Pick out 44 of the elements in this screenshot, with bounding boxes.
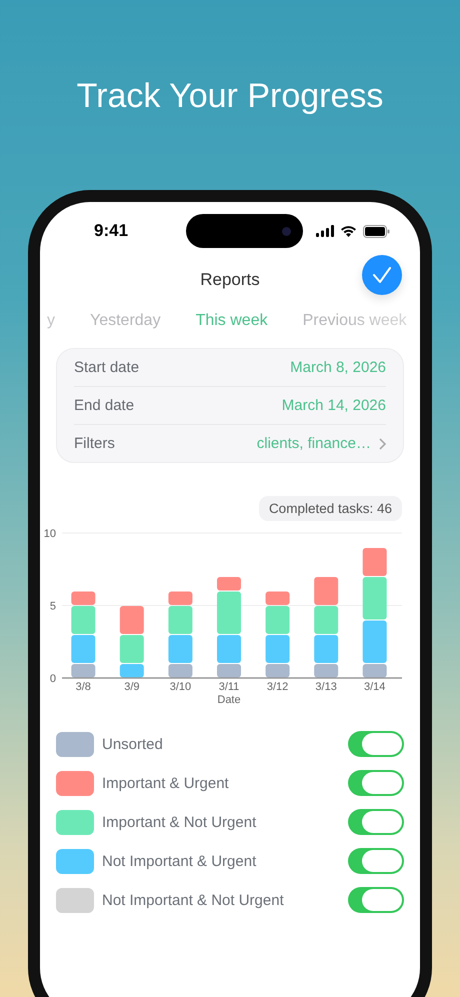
headline: Track Your Progress xyxy=(76,76,384,117)
axis-label: 3/10 xyxy=(170,681,192,693)
date-value[interactable]: March 14, 2026 xyxy=(282,397,386,414)
signal-icon xyxy=(316,225,334,237)
chart-bar xyxy=(314,606,338,634)
wifi-icon xyxy=(340,225,357,237)
toggle-switch[interactable] xyxy=(348,809,404,835)
completed-count: Completed tasks: 46 xyxy=(258,496,402,521)
chart-bar xyxy=(120,606,144,634)
axis-label: 3/12 xyxy=(266,681,288,693)
axis-label: 3/9 xyxy=(124,681,140,693)
period-tab[interactable]: Yesterday xyxy=(90,312,161,330)
filters-link[interactable]: clients, finance… xyxy=(256,435,386,452)
period-tab[interactable]: Previous week xyxy=(302,312,407,330)
toggle-switch[interactable] xyxy=(348,731,404,757)
date-value[interactable]: March 8, 2026 xyxy=(290,359,386,376)
axis-label: 3/14 xyxy=(364,681,386,693)
axis-title: Date xyxy=(217,694,241,705)
axis-label: 3/11 xyxy=(218,681,240,693)
row-label: End date xyxy=(74,397,134,414)
category-label: Not Important & Urgent xyxy=(102,852,256,870)
chart-bar xyxy=(314,577,338,605)
screen-title: Reports xyxy=(200,270,260,290)
confirm-button[interactable] xyxy=(362,255,402,295)
axis-label: 0 xyxy=(50,673,56,685)
axis-label: 3/13 xyxy=(315,681,337,693)
category-label: Not Important & Not Urgent xyxy=(102,892,284,908)
period-tab[interactable]: y xyxy=(47,312,55,330)
checkmark-icon xyxy=(372,266,392,284)
category-label: Unsorted xyxy=(102,736,163,752)
period-tab[interactable]: This week xyxy=(196,312,268,330)
axis-label: 10 xyxy=(44,528,56,540)
toggle-switch[interactable] xyxy=(348,770,404,796)
toggle-switch[interactable] xyxy=(348,848,404,874)
axis-label: 5 xyxy=(50,600,56,612)
battery-icon xyxy=(363,224,390,238)
row-label: Filters xyxy=(74,435,115,452)
status-time: 9:41 xyxy=(94,221,130,241)
category-label: Important & Not Urgent xyxy=(102,814,256,830)
category-label: Important & Urgent xyxy=(102,774,229,792)
toggle-switch[interactable] xyxy=(348,887,404,913)
row-label: Start date xyxy=(74,359,140,376)
axis-label: 3/8 xyxy=(76,681,91,693)
chevron-icon xyxy=(379,438,386,450)
